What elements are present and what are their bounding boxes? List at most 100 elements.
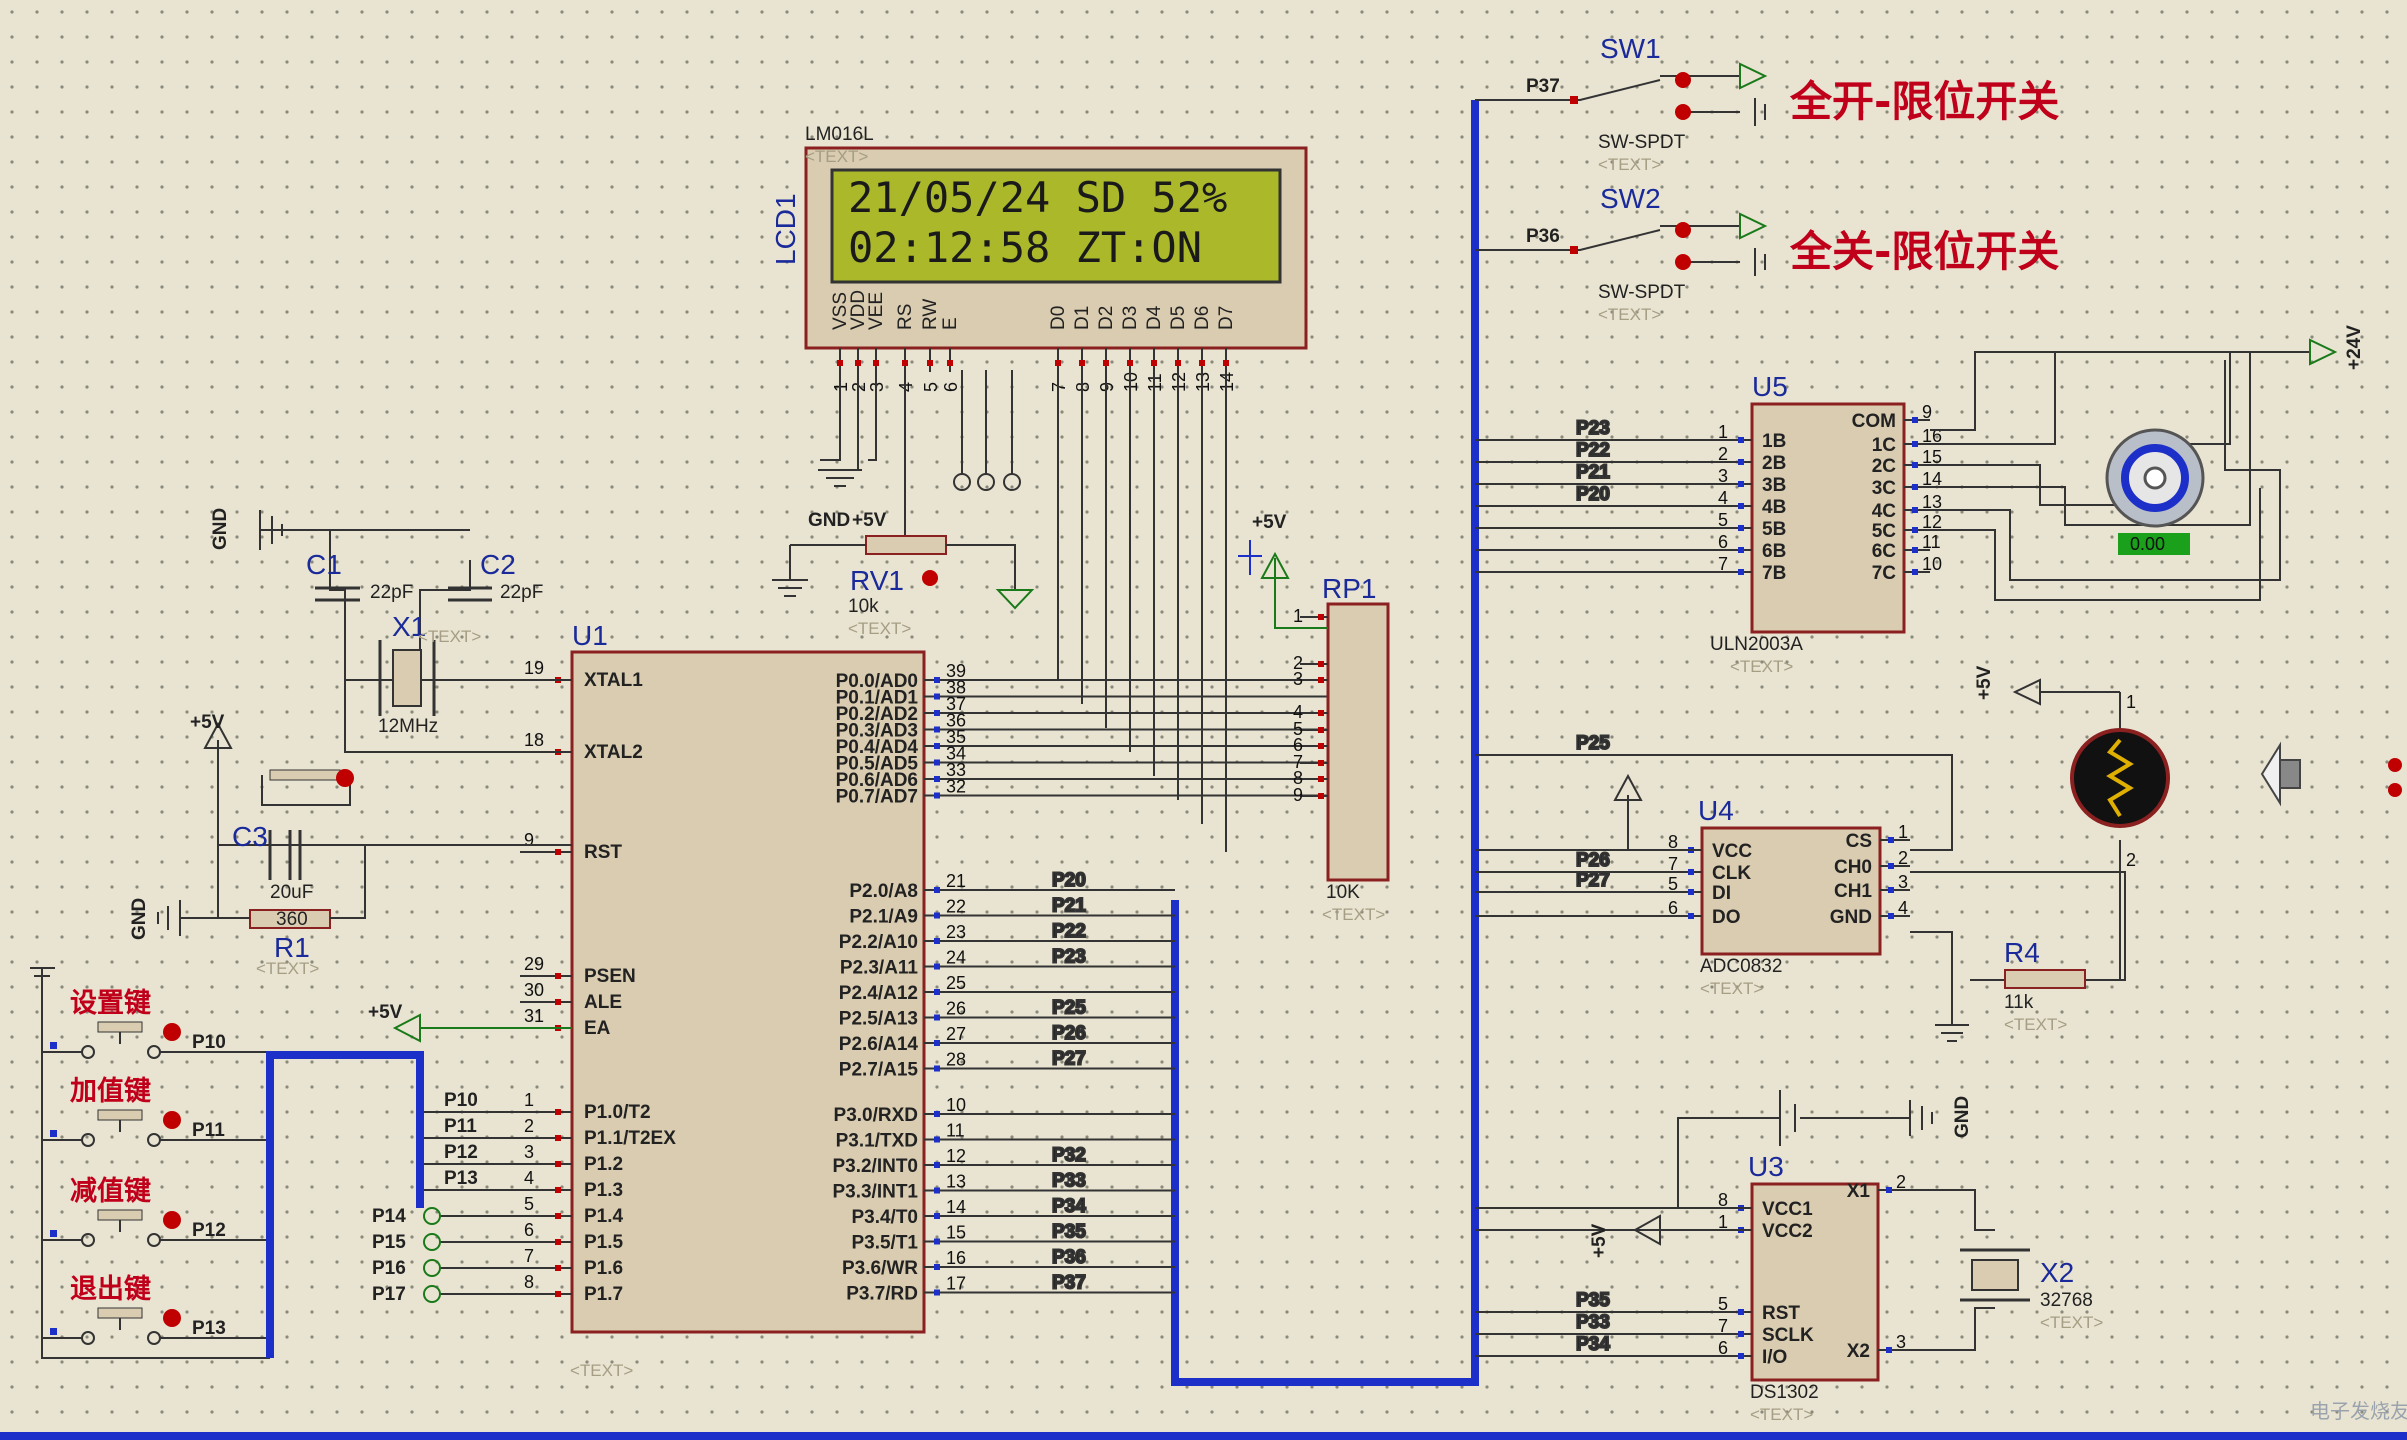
switch-type: SW-SPDT (1598, 132, 1686, 153)
u5-pin-label: 3B (1762, 475, 1786, 496)
u5-pin-number: 9 (1922, 402, 1932, 422)
x1-value: 12MHz (378, 716, 438, 737)
net-label-p2: P26 (1052, 1023, 1086, 1044)
mcu-pin-label: P1.6 (584, 1258, 623, 1279)
u5-pin-number: 1 (1718, 422, 1728, 442)
u5-name: U5 (1752, 371, 1788, 402)
reset-gnd: GND (129, 898, 150, 940)
x1-placeholder: <TEXT> (418, 627, 481, 646)
rp1-vcc: +5V (1252, 512, 1287, 533)
net-label-p3: P33 (1052, 1171, 1086, 1192)
mcu-pin-label: P2.2/A10 (839, 932, 918, 953)
u5-pin-number: 4 (1718, 488, 1728, 508)
u5-net-label: P23 (1576, 418, 1610, 439)
rtc-vcc: +5V (1589, 1223, 1610, 1258)
switch-label: 全开-限位开关 (1789, 77, 2059, 126)
u3-pin-number: 6 (1718, 1338, 1728, 1358)
mcu-pin-label: EA (584, 1018, 611, 1039)
mcu-pin-number: 12 (946, 1146, 966, 1166)
lcd-pin-label: D6 (1192, 306, 1213, 330)
net-label-p1: P14 (372, 1206, 406, 1227)
u5-pin-label: 7C (1872, 563, 1897, 584)
u4-pin-label: VCC (1712, 841, 1752, 862)
mcu-pin-label: P3.6/WR (842, 1258, 918, 1279)
u5-model: ULN2003A (1710, 634, 1803, 655)
u3-net-label: P35 (1576, 1290, 1610, 1311)
lcd-pin-label: E (940, 317, 961, 330)
u4-net-label: P25 (1576, 733, 1610, 754)
reset-vcc: +5V (190, 712, 225, 733)
mcu-pin-number: 26 (946, 999, 966, 1019)
mcu-pin-number: 11 (946, 1121, 965, 1141)
u5-pin-label: 2C (1872, 456, 1897, 477)
u4-pin-label: CH1 (1834, 881, 1872, 902)
c2-value: 22pF (500, 582, 543, 603)
u5-net-label: P22 (1576, 440, 1610, 461)
u3-pin-label: X1 (1847, 1181, 1871, 1202)
switch-label: 全关-限位开关 (1789, 227, 2059, 276)
mcu-pin-label: P2.3/A11 (840, 958, 919, 979)
u4-pin-number: 1 (1898, 822, 1908, 842)
u3-pin-label: VCC2 (1762, 1221, 1813, 1242)
mcu-pin-number: 24 (946, 948, 966, 968)
key-net-label: P13 (192, 1318, 226, 1339)
mcu-pin-label: P2.7/A15 (839, 1060, 919, 1081)
rv1-vcc: +5V (852, 510, 887, 531)
u4-net-label: P27 (1576, 870, 1610, 891)
u4-pin-label: GND (1830, 907, 1872, 928)
u4-pin-number: 4 (1898, 898, 1908, 918)
u5-pin-number: 10 (1922, 554, 1942, 574)
u3-pin-label: RST (1762, 1303, 1800, 1324)
rp1-placeholder: <TEXT> (1322, 905, 1385, 924)
mcu-pin-number: 3 (524, 1142, 534, 1162)
rp1-pin-number: 1 (1293, 606, 1303, 626)
r1-value: 360 (276, 909, 308, 930)
u4-net-label: P26 (1576, 850, 1610, 871)
u4-placeholder: <TEXT> (1700, 979, 1763, 998)
net-label-p3: P32 (1052, 1145, 1086, 1166)
net-label-p2: P22 (1052, 921, 1086, 942)
u3-net-label: P34 (1576, 1334, 1610, 1355)
mcu-pin-number: 1 (524, 1090, 534, 1110)
mcu-pin-number: 31 (524, 1006, 544, 1026)
gnd-label-top: GND (210, 508, 231, 550)
net-label-p1: P17 (372, 1284, 406, 1305)
mcu-pin-number: 14 (946, 1197, 966, 1217)
net-label-p3: P35 (1052, 1222, 1086, 1243)
u5-pin-label: 6B (1762, 541, 1786, 562)
u5-pin-number: 5 (1718, 510, 1728, 530)
rv1-placeholder: <TEXT> (848, 619, 911, 638)
lcd-pin-label: D2 (1096, 306, 1117, 330)
mcu-pin-label: P1.7 (584, 1284, 623, 1305)
key-net-label: P10 (192, 1032, 226, 1053)
mcu-pin-label: P2.5/A13 (839, 1009, 918, 1030)
mcu-pin-number: 2 (524, 1116, 534, 1136)
switch-type: SW-SPDT (1598, 282, 1686, 303)
mcu-pin-label: P3.7/RD (846, 1284, 918, 1305)
net-label-p2: P23 (1052, 947, 1086, 968)
mcu-pin-label: P1.1/T2EX (584, 1128, 676, 1149)
rv1-name: RV1 (850, 565, 904, 596)
rp1-value: 10K (1326, 882, 1360, 903)
u4-pin-label: DI (1712, 883, 1731, 904)
lcd-pin-label: D3 (1120, 306, 1141, 330)
x2-name: X2 (2040, 1257, 2074, 1288)
schematic-canvas: 21/05/24 SD 52% 02:12:58 ZT:ON LCD1 LM01… (0, 0, 2407, 1440)
u5-pin-label: 5C (1872, 521, 1897, 542)
u3-pin-label: VCC1 (1762, 1199, 1813, 1220)
stepper-motor[interactable]: 0.00 (2105, 428, 2205, 555)
net-label-p1: P10 (444, 1090, 478, 1111)
mcu-pin-label: P1.4 (584, 1206, 624, 1227)
u4-model: ADC0832 (1700, 956, 1782, 977)
lcd-placeholder: <TEXT> (805, 147, 868, 166)
u5-pin-label: 1B (1762, 431, 1786, 452)
lcd-pin-label: D5 (1168, 306, 1189, 330)
net-label-p3: P36 (1052, 1247, 1086, 1268)
u5-pin-label: 7B (1762, 563, 1786, 584)
ldr-pin-1: 1 (2126, 692, 2136, 712)
u5-pin-number: 2 (1718, 444, 1728, 464)
mcu-pin-label: P1.3 (584, 1180, 623, 1201)
key-label: 设置键 (70, 987, 151, 1019)
net-label-p1: P16 (372, 1258, 406, 1279)
rtc-gnd: GND (1952, 1096, 1973, 1138)
